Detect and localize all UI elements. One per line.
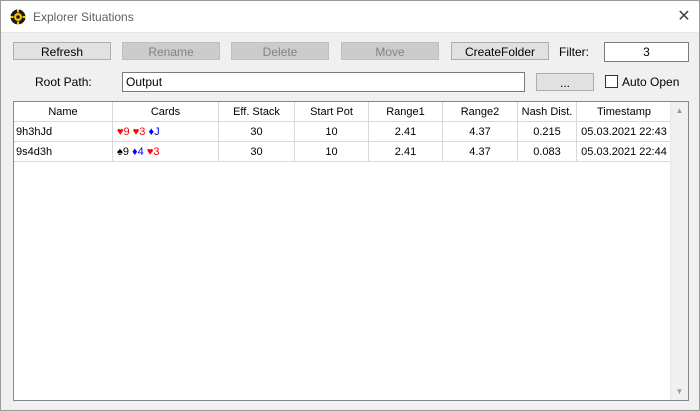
card: ♠9 bbox=[117, 146, 129, 158]
column-header-name[interactable]: Name bbox=[14, 102, 113, 122]
row-cards: ♥9 ♥3 ♦J bbox=[113, 122, 219, 142]
vertical-scrollbar[interactable]: ▲ ▼ bbox=[670, 102, 688, 400]
row-range1: 2.41 bbox=[369, 122, 443, 142]
title-bar[interactable]: Explorer Situations ✕ bbox=[1, 1, 699, 33]
root-path-input[interactable]: Output bbox=[122, 72, 525, 92]
root-path-label: Root Path: bbox=[35, 75, 92, 89]
situations-table[interactable]: Name Cards Eff. Stack Start Pot Range1 R… bbox=[13, 101, 689, 401]
row-timestamp: 05.03.2021 22:43 bbox=[577, 122, 672, 142]
window-title: Explorer Situations bbox=[33, 10, 134, 24]
auto-open-checkbox[interactable] bbox=[605, 75, 618, 88]
create-folder-button[interactable]: CreateFolder bbox=[451, 42, 549, 60]
row-start-pot: 10 bbox=[295, 122, 369, 142]
delete-button[interactable]: Delete bbox=[231, 42, 329, 60]
filter-label: Filter: bbox=[559, 45, 589, 59]
row-eff-stack: 30 bbox=[219, 142, 295, 162]
filter-input[interactable]: 3 bbox=[604, 42, 689, 62]
row-nash-dist: 0.083 bbox=[518, 142, 577, 162]
row-name: 9s4d3h bbox=[14, 142, 113, 162]
column-header-cards[interactable]: Cards bbox=[113, 102, 219, 122]
poker-chip-icon bbox=[10, 9, 26, 25]
explorer-situations-window: Explorer Situations ✕ Refresh Rename Del… bbox=[0, 0, 700, 411]
row-start-pot: 10 bbox=[295, 142, 369, 162]
scroll-up-icon[interactable]: ▲ bbox=[671, 102, 688, 119]
column-header-range1[interactable]: Range1 bbox=[369, 102, 443, 122]
card: ♦J bbox=[148, 126, 160, 138]
scroll-down-icon[interactable]: ▼ bbox=[671, 383, 688, 400]
row-cards: ♠9 ♦4 ♥3 bbox=[113, 142, 219, 162]
card: ♥3 bbox=[132, 126, 146, 138]
card: ♥3 bbox=[146, 146, 160, 158]
refresh-button[interactable]: Refresh bbox=[13, 42, 111, 60]
row-eff-stack: 30 bbox=[219, 122, 295, 142]
column-header-eff-stack[interactable]: Eff. Stack bbox=[219, 102, 295, 122]
card: ♥9 bbox=[117, 126, 130, 138]
auto-open-label: Auto Open bbox=[622, 75, 680, 89]
rename-button[interactable]: Rename bbox=[122, 42, 220, 60]
row-timestamp: 05.03.2021 22:44 bbox=[577, 142, 672, 162]
column-header-start-pot[interactable]: Start Pot bbox=[295, 102, 369, 122]
column-header-nash-dist[interactable]: Nash Dist. bbox=[518, 102, 577, 122]
column-header-timestamp[interactable]: Timestamp bbox=[577, 102, 672, 122]
row-range1: 2.41 bbox=[369, 142, 443, 162]
move-button[interactable]: Move bbox=[341, 42, 439, 60]
close-icon[interactable]: ✕ bbox=[669, 1, 699, 32]
row-nash-dist: 0.215 bbox=[518, 122, 577, 142]
column-header-range2[interactable]: Range2 bbox=[443, 102, 518, 122]
card: ♦4 bbox=[132, 146, 144, 158]
row-range2: 4.37 bbox=[443, 142, 518, 162]
browse-button[interactable]: ... bbox=[536, 73, 594, 91]
row-name: 9h3hJd bbox=[14, 122, 113, 142]
row-range2: 4.37 bbox=[443, 122, 518, 142]
